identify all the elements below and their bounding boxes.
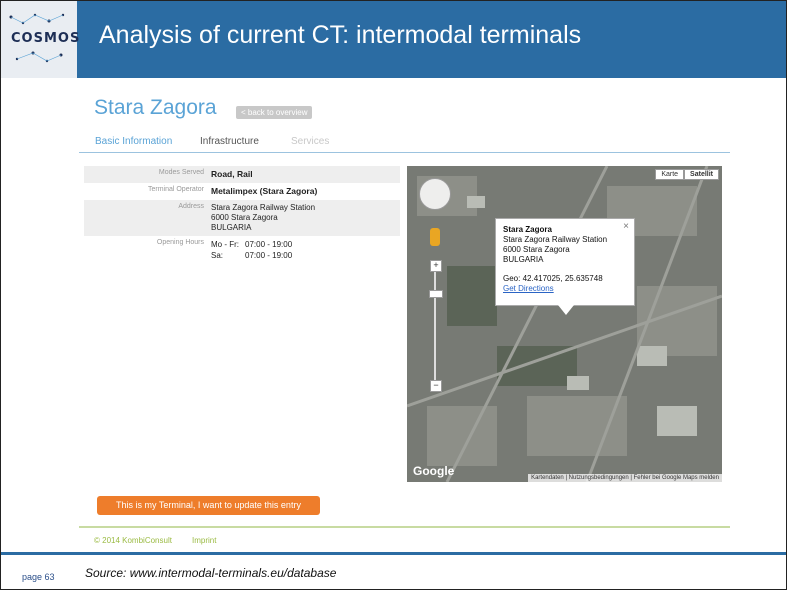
close-icon[interactable]: × bbox=[623, 222, 629, 232]
address-line: 6000 Stara Zagora bbox=[211, 213, 278, 222]
zoom-out-button[interactable]: − bbox=[430, 380, 442, 392]
info-row-hours: Opening Hours Mo - Fr: 07:00 - 19:00 Sa:… bbox=[84, 236, 400, 264]
footer-imprint-link[interactable]: Imprint bbox=[192, 536, 216, 545]
footer-divider bbox=[1, 552, 786, 555]
zoom-handle[interactable] bbox=[429, 290, 443, 298]
zoom-slider[interactable] bbox=[434, 260, 436, 382]
operator-value: Metalimpex (Stara Zagora) bbox=[211, 186, 318, 196]
basic-info-table: Modes Served Road, Rail Terminal Operato… bbox=[84, 166, 400, 264]
info-row-modes: Modes Served Road, Rail bbox=[84, 166, 400, 183]
location-info-window: × Stara Zagora Stara Zagora Railway Stat… bbox=[495, 218, 635, 315]
popup-line: BULGARIA bbox=[503, 255, 544, 264]
satellite-imagery bbox=[407, 166, 722, 482]
footer-copyright: © 2014 KombiConsult bbox=[94, 536, 172, 545]
hours-value: Mo - Fr: 07:00 - 19:00 Sa: 07:00 - 19:00 bbox=[211, 239, 292, 261]
hours-days: Mo - Fr: bbox=[211, 240, 239, 249]
hours-time: 07:00 - 19:00 bbox=[245, 251, 293, 260]
source-citation: Source: www.intermodal-terminals.eu/data… bbox=[85, 566, 337, 580]
operator-label: Terminal Operator bbox=[147, 186, 204, 193]
hours-label: Opening Hours bbox=[156, 239, 204, 246]
map-attribution[interactable]: Kartendaten | Nutzungsbedingungen | Fehl… bbox=[528, 474, 722, 482]
map-type-karte-button[interactable]: Karte bbox=[655, 169, 685, 180]
modes-label: Modes Served bbox=[158, 169, 204, 176]
logo-text: COSMOS bbox=[11, 31, 81, 46]
update-entry-button[interactable]: This is my Terminal, I want to update th… bbox=[97, 496, 320, 515]
popup-line: 6000 Stara Zagora bbox=[503, 245, 570, 254]
slide-title: Analysis of current CT: intermodal termi… bbox=[99, 21, 582, 49]
map-type-switch: Karte Satellit bbox=[655, 169, 719, 180]
address-line: BULGARIA bbox=[211, 223, 252, 232]
tab-services[interactable]: Services bbox=[291, 136, 329, 147]
cosmos-logo: COSMOS bbox=[1, 1, 81, 78]
info-row-operator: Terminal Operator Metalimpex (Stara Zago… bbox=[84, 183, 400, 200]
tab-infrastructure[interactable]: Infrastructure bbox=[200, 136, 259, 147]
info-row-address: Address Stara Zagora Railway Station 600… bbox=[84, 200, 400, 236]
embedded-webpage: Stara Zagora < back to overview Basic In… bbox=[79, 84, 730, 549]
address-value: Stara Zagora Railway Station 6000 Stara … bbox=[211, 203, 315, 233]
hours-time: 07:00 - 19:00 bbox=[245, 240, 293, 249]
modes-value: Road, Rail bbox=[211, 169, 253, 179]
back-to-overview-button[interactable]: < back to overview bbox=[236, 106, 313, 119]
popup-line: Stara Zagora Railway Station bbox=[503, 235, 608, 244]
map-type-satellit-button[interactable]: Satellit bbox=[684, 169, 719, 180]
site-footer: © 2014 KombiConsult Imprint bbox=[79, 526, 730, 550]
slide-header: COSMOS Analysis of current CT: intermoda… bbox=[1, 1, 786, 78]
get-directions-link[interactable]: Get Directions bbox=[503, 284, 627, 294]
popup-geo: Geo: 42.417025, 25.635748 bbox=[503, 274, 603, 283]
hours-days: Sa: bbox=[211, 251, 224, 260]
tab-basic-information[interactable]: Basic Information bbox=[95, 136, 172, 147]
address-label: Address bbox=[178, 203, 204, 210]
pan-control-icon[interactable] bbox=[419, 178, 451, 210]
satellite-map[interactable]: Karte Satellit + − × Stara Zagora Stara … bbox=[407, 166, 722, 482]
page-number: page 63 bbox=[22, 572, 55, 582]
google-logo: Google bbox=[413, 464, 455, 478]
popup-name: Stara Zagora bbox=[503, 225, 552, 234]
address-line: Stara Zagora Railway Station bbox=[211, 203, 316, 212]
terminal-title: Stara Zagora bbox=[94, 96, 217, 119]
street-view-pegman-icon[interactable] bbox=[430, 228, 440, 246]
tab-bar: Basic Information Infrastructure Service… bbox=[79, 134, 730, 153]
zoom-in-button[interactable]: + bbox=[430, 260, 442, 272]
